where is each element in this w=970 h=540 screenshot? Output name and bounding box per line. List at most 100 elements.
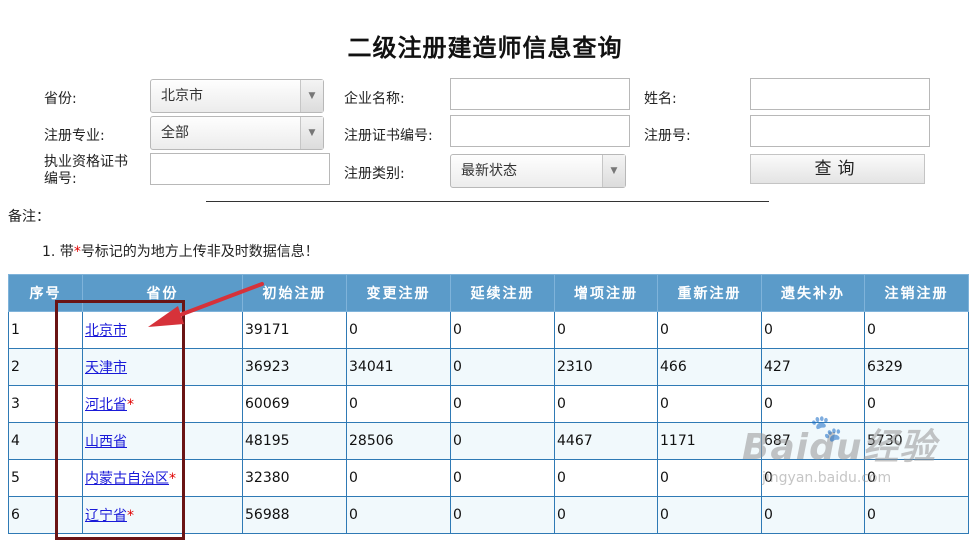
- table-row: 5 内蒙古自治区* 32380 0 0 0 0 0 0: [8, 459, 969, 497]
- initial-cell: 60069: [242, 385, 347, 423]
- change-cell: 34041: [346, 348, 451, 386]
- cancel-cell: 6329: [864, 348, 969, 386]
- star-mark: *: [127, 397, 134, 413]
- reg-type-label: 注册类别:: [344, 166, 405, 182]
- reissue-cell: 0: [761, 311, 865, 349]
- province-link[interactable]: 辽宁省: [85, 508, 127, 524]
- cancel-cell: 0: [864, 385, 969, 423]
- company-label: 企业名称:: [344, 91, 405, 107]
- specialty-select[interactable]: 全部 ▼: [150, 116, 324, 150]
- renew-cell: 466: [657, 348, 762, 386]
- province-select-value: 北京市: [161, 88, 203, 104]
- column-header: 省份: [82, 274, 243, 312]
- qual-cert-input[interactable]: [150, 153, 330, 185]
- column-header: 序号: [8, 274, 83, 312]
- province-select[interactable]: 北京市 ▼: [150, 79, 324, 113]
- reg-type-select-value: 最新状态: [461, 163, 517, 179]
- change-cell: 0: [346, 459, 451, 497]
- province-cell: 天津市: [82, 348, 243, 386]
- row-number: 6: [8, 496, 83, 534]
- name-input[interactable]: [750, 78, 930, 110]
- table-row: 3 河北省* 60069 0 0 0 0 0 0: [8, 385, 969, 423]
- reissue-cell: 0: [761, 385, 865, 423]
- reg-no-input[interactable]: [750, 115, 930, 147]
- extend-cell: 0: [450, 422, 555, 460]
- column-header: 初始注册: [242, 274, 347, 312]
- change-cell: 28506: [346, 422, 451, 460]
- column-header: 变更注册: [346, 274, 451, 312]
- province-cell: 河北省*: [82, 385, 243, 423]
- renew-cell: 0: [657, 496, 762, 534]
- renew-cell: 0: [657, 385, 762, 423]
- column-header: 注销注册: [864, 274, 969, 312]
- province-cell: 山西省: [82, 422, 243, 460]
- company-input[interactable]: [450, 78, 630, 110]
- initial-cell: 39171: [242, 311, 347, 349]
- add-cell: 0: [554, 459, 658, 497]
- province-link[interactable]: 内蒙古自治区: [85, 471, 169, 487]
- province-link[interactable]: 河北省: [85, 397, 127, 413]
- renew-cell: 1171: [657, 422, 762, 460]
- notes-title: 备注：: [8, 209, 50, 225]
- province-label: 省份:: [44, 91, 77, 107]
- extend-cell: 0: [450, 459, 555, 497]
- extend-cell: 0: [450, 496, 555, 534]
- cert-no-input[interactable]: [450, 115, 630, 147]
- star-mark: *: [73, 244, 81, 260]
- star-mark: *: [169, 471, 176, 487]
- change-cell: 0: [346, 385, 451, 423]
- divider: [206, 201, 769, 202]
- add-cell: 0: [554, 496, 658, 534]
- renew-cell: 0: [657, 311, 762, 349]
- notes-line-suffix: 号标记的为地方上传非及时数据信息！: [80, 244, 319, 260]
- specialty-label: 注册专业:: [44, 128, 105, 144]
- page-title: 二级注册建造师信息查询: [347, 34, 623, 62]
- add-cell: 2310: [554, 348, 658, 386]
- chevron-down-icon[interactable]: ▼: [602, 155, 625, 187]
- name-label: 姓名:: [644, 91, 677, 107]
- qual-cert-label: 执业资格证书 编号:: [44, 154, 128, 188]
- cancel-cell: 5730: [864, 422, 969, 460]
- qual-cert-label-line1: 执业资格证书: [44, 154, 128, 170]
- extend-cell: 0: [450, 311, 555, 349]
- column-header: 重新注册: [657, 274, 762, 312]
- initial-cell: 48195: [242, 422, 347, 460]
- table-row: 4 山西省 48195 28506 0 4467 1171 687 5730: [8, 422, 969, 460]
- qual-cert-label-line2: 编号:: [44, 171, 77, 187]
- row-number: 1: [8, 311, 83, 349]
- row-number: 4: [8, 422, 83, 460]
- reissue-cell: 0: [761, 459, 865, 497]
- initial-cell: 36923: [242, 348, 347, 386]
- change-cell: 0: [346, 496, 451, 534]
- province-link[interactable]: 山西省: [85, 434, 127, 450]
- table-row: 1 北京市 39171 0 0 0 0 0 0: [8, 311, 969, 349]
- cancel-cell: 0: [864, 496, 969, 534]
- specialty-select-value: 全部: [161, 125, 189, 141]
- reg-type-select[interactable]: 最新状态 ▼: [450, 154, 626, 188]
- province-link[interactable]: 天津市: [85, 360, 127, 376]
- add-cell: 0: [554, 311, 658, 349]
- initial-cell: 56988: [242, 496, 347, 534]
- chevron-down-icon[interactable]: ▼: [300, 80, 323, 112]
- cancel-cell: 0: [864, 459, 969, 497]
- extend-cell: 0: [450, 385, 555, 423]
- reg-no-label: 注册号:: [644, 128, 691, 144]
- chevron-down-icon[interactable]: ▼: [300, 117, 323, 149]
- province-cell: 内蒙古自治区*: [82, 459, 243, 497]
- notes-line-prefix: 1. 带: [42, 244, 74, 260]
- province-link[interactable]: 北京市: [85, 323, 127, 339]
- registration-table: 序号 省份 初始注册 变更注册 延续注册 增项注册 重新注册 遗失补办 注销注册…: [8, 274, 969, 534]
- cert-no-label: 注册证书编号:: [344, 128, 433, 144]
- table-row: 6 辽宁省* 56988 0 0 0 0 0 0: [8, 496, 969, 534]
- query-button[interactable]: 查询: [750, 154, 925, 184]
- change-cell: 0: [346, 311, 451, 349]
- notes-line: 1. 带*号标记的为地方上传非及时数据信息！: [42, 241, 319, 261]
- row-number: 5: [8, 459, 83, 497]
- star-mark: *: [127, 508, 134, 524]
- reissue-cell: 0: [761, 496, 865, 534]
- extend-cell: 0: [450, 348, 555, 386]
- add-cell: 0: [554, 385, 658, 423]
- province-cell: 北京市: [82, 311, 243, 349]
- column-header: 遗失补办: [761, 274, 865, 312]
- column-header: 增项注册: [554, 274, 658, 312]
